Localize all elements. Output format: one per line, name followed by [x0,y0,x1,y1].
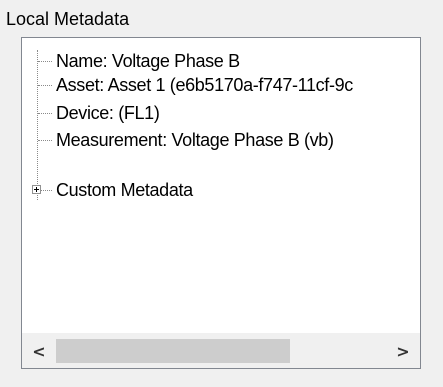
metadata-tree[interactable]: Name: Voltage Phase B Asset: Asset 1 (e6… [22,38,420,334]
scrollbar-thumb[interactable] [56,339,291,363]
tree-branch-line [38,61,52,62]
group-title: Local Metadata [6,9,130,29]
tree-branch-line [38,113,52,114]
tree-node-label: Custom Metadata [56,180,193,200]
tree-node-label: Measurement: Voltage Phase B (vb) [56,130,334,150]
tree-node-label: Device: (FL1) [56,103,160,123]
tree-branch-line [41,190,52,191]
tree-branch-line [38,140,52,141]
tree-node-label: Asset: Asset 1 (e6b5170a-f747-11cf-9c [56,75,353,95]
expand-plus-icon[interactable] [32,185,41,194]
tree-node-label: Name: Voltage Phase B [56,51,240,71]
scrollbar-track[interactable] [56,334,386,368]
horizontal-scrollbar[interactable]: < > [22,333,420,368]
tree-branch-line [38,85,52,86]
metadata-tree-panel[interactable]: Name: Voltage Phase B Asset: Asset 1 (e6… [21,37,421,369]
scroll-right-arrow-icon[interactable]: > [386,334,420,368]
scroll-left-arrow-icon[interactable]: < [22,334,56,368]
tree-connector-line [37,50,38,200]
